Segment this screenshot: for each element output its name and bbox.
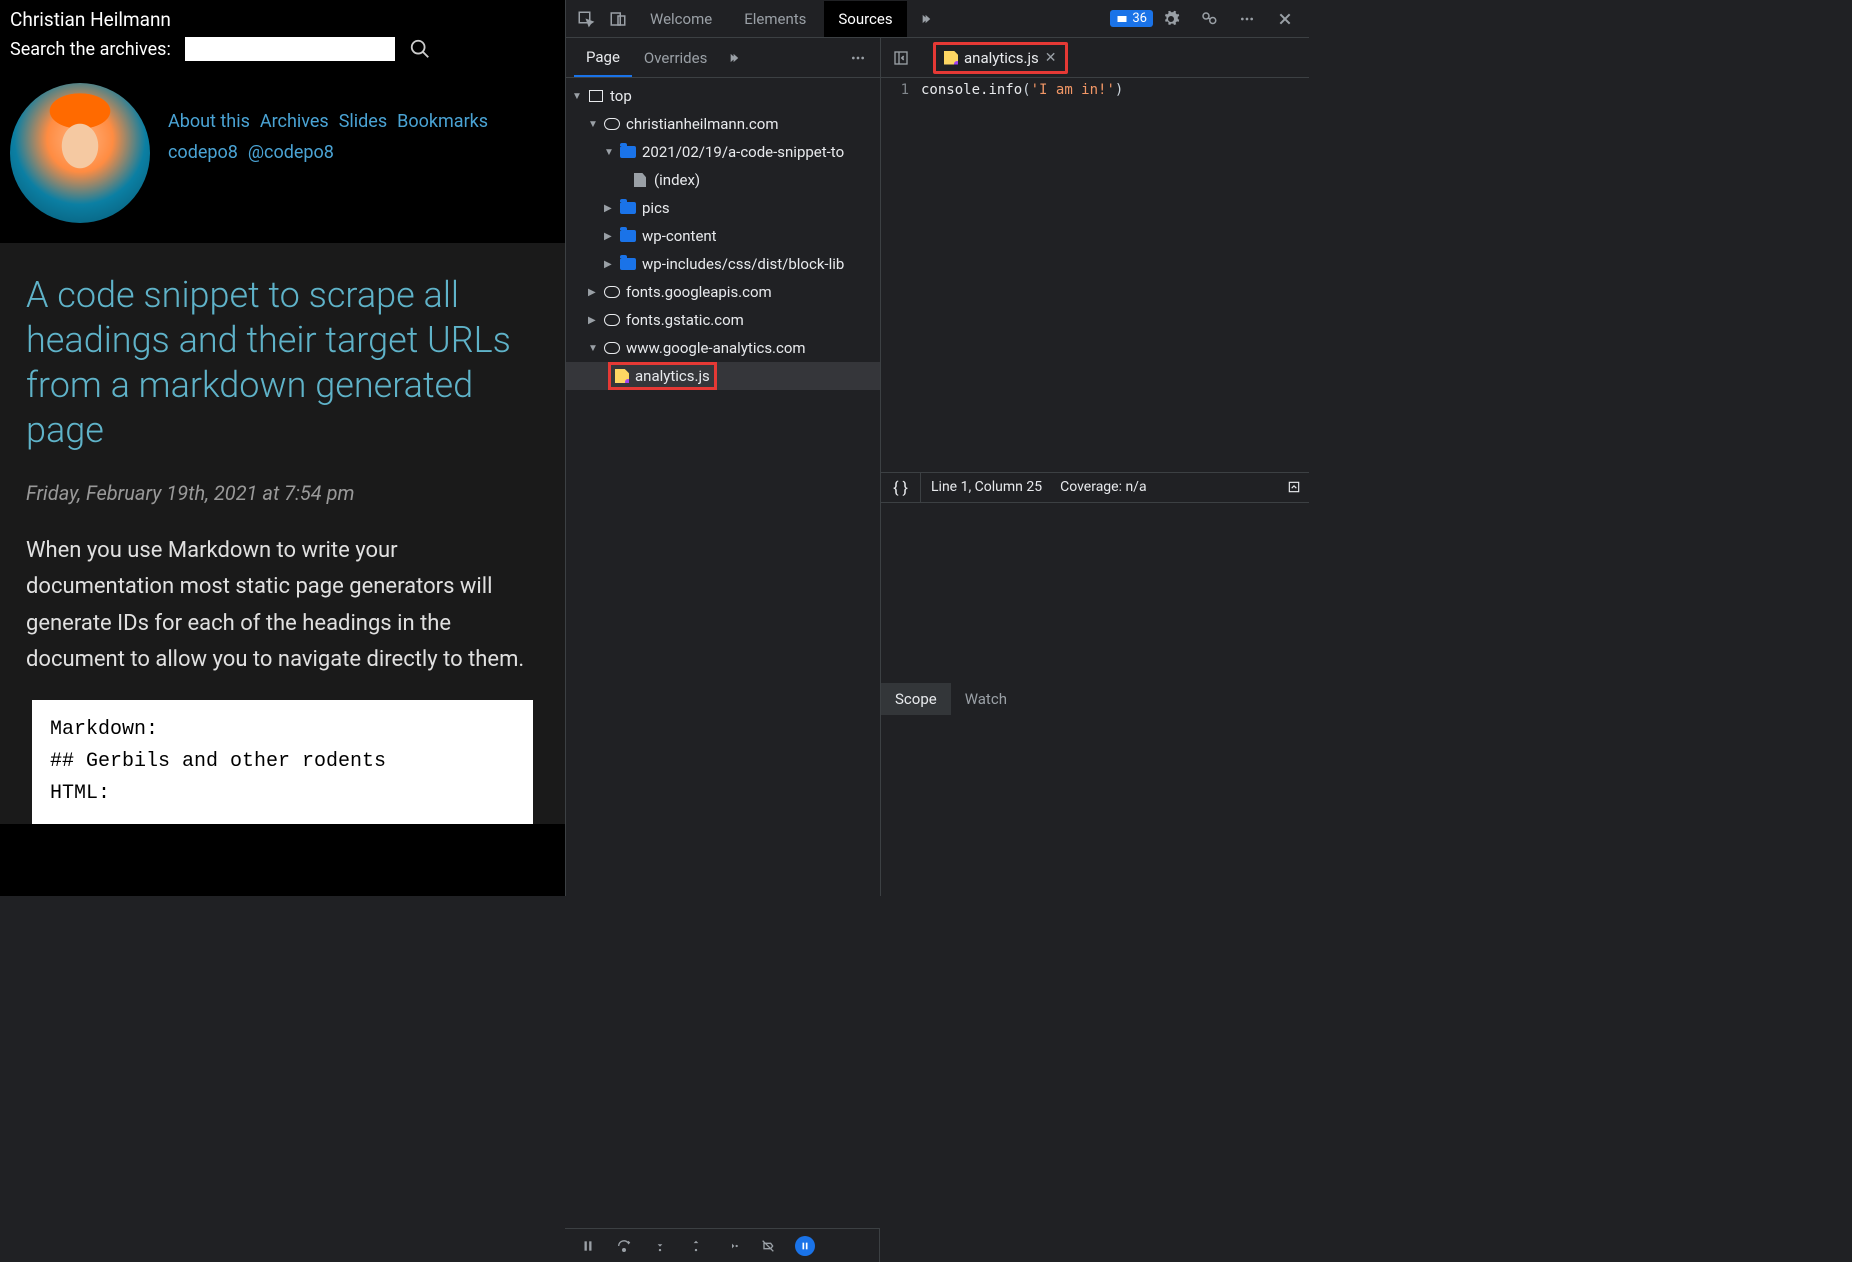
token-paren: (	[1022, 82, 1030, 98]
line-number: 1	[881, 82, 909, 98]
collapse-sidebar-icon[interactable]	[887, 44, 915, 72]
code-line[interactable]: console.info('I am in!')	[917, 78, 1123, 472]
close-icon[interactable]	[1271, 5, 1299, 33]
pretty-print-icon[interactable]: { }	[881, 473, 921, 502]
more-tabs-icon[interactable]	[911, 5, 939, 33]
more-nav-tabs-icon[interactable]	[719, 44, 747, 72]
tree-label: top	[610, 87, 632, 105]
token-string: 'I am in!'	[1031, 82, 1115, 98]
tree-root[interactable]: ▼ top	[566, 82, 880, 110]
devtools-tabbar: Welcome Elements Sources 36	[566, 0, 1309, 38]
search-input[interactable]	[185, 37, 395, 61]
nav-link[interactable]: Bookmarks	[397, 111, 488, 132]
line-gutter: 1	[881, 78, 917, 472]
nav-tab-overrides[interactable]: Overrides	[632, 39, 719, 77]
tree-label: wp-includes/css/dist/block-lib	[642, 255, 844, 273]
pause-icon[interactable]	[579, 1237, 597, 1255]
site-title: Christian Heilmann	[10, 8, 555, 31]
code-sample: Markdown: ## Gerbils and other rodents H…	[32, 700, 533, 824]
tree-folder[interactable]: ▶ pics	[566, 194, 880, 222]
page-viewport: Christian Heilmann Search the archives: …	[0, 0, 565, 896]
expand-icon[interactable]	[1279, 473, 1309, 502]
step-out-icon[interactable]	[687, 1237, 705, 1255]
nav-link[interactable]: codepo8	[168, 142, 238, 163]
tree-domain[interactable]: ▼ christianheilmann.com	[566, 110, 880, 138]
avatar	[10, 83, 150, 223]
token-paren: )	[1115, 82, 1123, 98]
open-file-name: analytics.js	[964, 49, 1039, 67]
tree-domain[interactable]: ▶ fonts.gstatic.com	[566, 306, 880, 334]
nav-link[interactable]: Archives	[260, 111, 329, 132]
kebab-icon[interactable]	[1233, 5, 1261, 33]
tree-label: fonts.gstatic.com	[626, 311, 744, 329]
tab-scope[interactable]: Scope	[881, 683, 951, 715]
nav-link[interactable]: Slides	[339, 111, 387, 132]
tree-label: wp-content	[642, 227, 717, 245]
tree-domain[interactable]: ▼ www.google-analytics.com	[566, 334, 880, 362]
tree-label: analytics.js	[635, 367, 710, 385]
step-into-icon[interactable]	[651, 1237, 669, 1255]
account-icon[interactable]	[1195, 5, 1223, 33]
code-line: Markdown:	[50, 714, 515, 746]
code-line: ## Gerbils and other rodents	[50, 746, 515, 778]
tree-label: (index)	[654, 171, 700, 189]
code-line: HTML:	[50, 778, 515, 810]
kebab-icon[interactable]	[844, 44, 872, 72]
tab-elements[interactable]: Elements	[730, 1, 820, 37]
nav-link[interactable]: @codepo8	[248, 142, 334, 163]
tree-label: www.google-analytics.com	[626, 339, 806, 357]
article: A code snippet to scrape all headings an…	[0, 243, 565, 824]
step-over-icon[interactable]	[615, 1237, 633, 1255]
search-icon[interactable]	[409, 38, 431, 60]
tree-file[interactable]: (index)	[566, 166, 880, 194]
tab-watch[interactable]: Watch	[951, 683, 1021, 715]
tree-folder[interactable]: ▶ wp-content	[566, 222, 880, 250]
article-title: A code snippet to scrape all headings an…	[26, 273, 539, 453]
step-icon[interactable]	[723, 1237, 741, 1255]
nav-tab-page[interactable]: Page	[574, 39, 632, 77]
issue-count: 36	[1132, 11, 1147, 26]
tree-folder[interactable]: ▶ wp-includes/css/dist/block-lib	[566, 250, 880, 278]
devtools-panel: Welcome Elements Sources 36	[565, 0, 1309, 896]
close-tab-icon[interactable]: ✕	[1045, 50, 1057, 66]
pause-on-exceptions-icon[interactable]	[795, 1236, 815, 1256]
coverage-status: Coverage: n/a	[1060, 479, 1146, 495]
tree-label: pics	[642, 199, 670, 217]
article-date: Friday, February 19th, 2021 at 7:54 pm	[26, 481, 539, 505]
tree-file-selected[interactable]: analytics.js	[566, 362, 880, 390]
tab-welcome[interactable]: Welcome	[636, 1, 726, 37]
sources-tree: ▼ top ▼ christianheilmann.com ▼ 2021/02/…	[566, 78, 881, 896]
open-file-tab[interactable]: analytics.js ✕	[933, 42, 1068, 74]
issues-badge[interactable]: 36	[1110, 10, 1153, 27]
gear-icon[interactable]	[1157, 5, 1185, 33]
tree-label: 2021/02/19/a-code-snippet-to	[642, 143, 844, 161]
search-label: Search the archives:	[10, 39, 171, 60]
js-file-icon	[944, 51, 958, 65]
site-header: Christian Heilmann Search the archives:	[0, 0, 565, 73]
nav-link[interactable]: About this	[168, 111, 250, 132]
token-method: info	[988, 82, 1022, 98]
device-toolbar-icon[interactable]	[604, 5, 632, 33]
inspect-element-icon[interactable]	[572, 5, 600, 33]
tree-label: christianheilmann.com	[626, 115, 779, 133]
tree-label: fonts.googleapis.com	[626, 283, 772, 301]
js-file-icon	[615, 369, 629, 383]
tree-folder[interactable]: ▼ 2021/02/19/a-code-snippet-to	[566, 138, 880, 166]
code-editor: 1 console.info('I am in!') { } Line 1, C…	[881, 78, 1309, 896]
token-object: console	[921, 82, 980, 98]
article-body: When you use Markdown to write your docu…	[26, 533, 539, 678]
cursor-position: Line 1, Column 25	[931, 479, 1042, 495]
tree-domain[interactable]: ▶ fonts.googleapis.com	[566, 278, 880, 306]
editor-status-bar: { } Line 1, Column 25 Coverage: n/a	[881, 472, 1309, 502]
deactivate-breakpoints-icon[interactable]	[759, 1237, 777, 1255]
tab-sources[interactable]: Sources	[824, 1, 906, 37]
sources-subtabs: Page Overrides analytics.js ✕	[566, 38, 1309, 78]
site-nav: About this Archives Slides Bookmarks cod…	[0, 73, 565, 243]
